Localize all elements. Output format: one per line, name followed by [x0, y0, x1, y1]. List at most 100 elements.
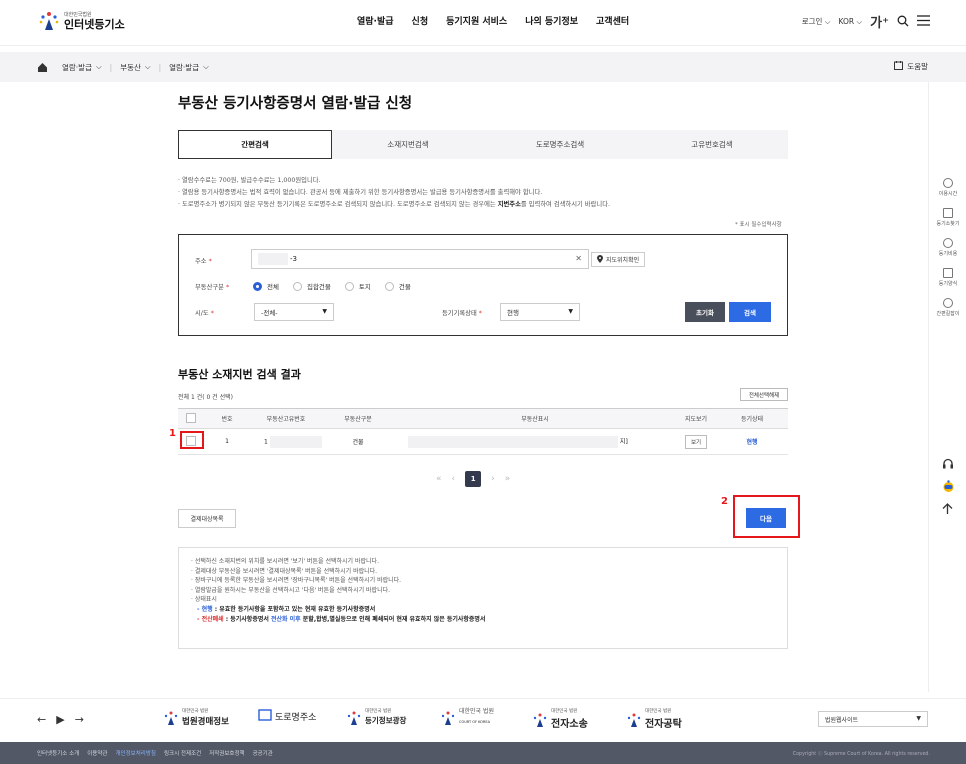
headset-icon[interactable] — [942, 458, 954, 473]
reset-button[interactable]: 초기화 — [685, 302, 725, 322]
quick-fees[interactable]: 등기비용 — [929, 238, 966, 257]
quick-forms[interactable]: 등기양식 — [929, 268, 966, 287]
chevron-down-icon: ⌵ — [144, 62, 151, 71]
tab-road-address-search[interactable]: 도로명주소검색 — [484, 130, 636, 159]
note-road-address-tail: 를 입력하여 검색하시기 바랍니다. — [520, 201, 610, 208]
row-status[interactable]: 현행 — [716, 428, 788, 455]
select-all-checkbox[interactable] — [186, 412, 196, 423]
map-view-button[interactable]: 보기 — [684, 434, 708, 449]
search-button[interactable]: 검색 — [729, 302, 771, 322]
prev-page-button[interactable]: ‹ — [452, 474, 456, 484]
first-page-button[interactable]: « — [436, 474, 442, 484]
footer-bar: 인터넷등기소 소개 이용약관 개인정보처리방침 링크시 전제조건 저작권보호정책… — [0, 742, 966, 764]
quick-find-office-label: 등기소찾기 — [936, 221, 960, 227]
language-menu[interactable]: KOR ⌵ — [838, 17, 862, 27]
breadcrumb-level3[interactable]: 열람·발급 ⌵ — [169, 62, 209, 73]
banner-e-deposit[interactable]: 대한민국 법원 전자공탁 — [626, 709, 682, 730]
record-status-select[interactable]: 현행 ▼ — [500, 303, 580, 321]
nav-view-issue[interactable]: 열람·발급 — [357, 14, 394, 27]
breadcrumb-level2[interactable]: 부동산 ⌵ — [120, 62, 150, 73]
quick-find-office[interactable]: 등기소찾기 — [929, 208, 966, 227]
region-select[interactable]: -전체- ▼ — [254, 303, 334, 321]
login-label: 로그인 — [801, 17, 823, 26]
footer-link-terms[interactable]: 이용약관 — [87, 749, 107, 757]
next-button[interactable]: 다음 — [746, 508, 786, 528]
tab-unique-number-search[interactable]: 고유번호검색 — [636, 130, 788, 159]
play-icon[interactable]: ▶ — [56, 713, 64, 726]
quick-menu: 이용시간 등기소찾기 등기비용 등기양식 간편길잡이 — [928, 82, 966, 692]
quick-forms-label: 등기양식 — [938, 281, 958, 287]
document-icon — [943, 268, 953, 278]
site-logo[interactable]: 대한민국법원 인터넷등기소 — [38, 10, 125, 32]
fee-notes: · 열람수수료는 700원, 발급수수료는 1,000원입니다. · 열람용 등… — [178, 175, 610, 211]
row-unique-number: 1 — [250, 428, 322, 455]
radio-all[interactable]: 전체 — [253, 281, 279, 291]
radio-dot — [344, 281, 354, 291]
results-table: 번호 부동산고유번호 부동산구분 부동산표시 지도보기 등기상태 1 1 건물 … — [178, 408, 788, 455]
note-fee: · 열람수수료는 700원, 발급수수료는 1,000원입니다. — [178, 177, 321, 184]
guide-status-current: - 현행 : 유효한 등기사항을 포함하고 있는 현재 유효한 등기사항증명서 — [191, 605, 775, 615]
banner-registry-data[interactable]: 대한민국 법원 등기정보광장 — [346, 709, 406, 726]
current-page[interactable]: 1 — [465, 471, 482, 487]
table-row[interactable]: 1 1 건물 지] 보기 현행 — [178, 428, 788, 455]
arrow-left-icon[interactable]: ← — [37, 713, 46, 726]
home-icon[interactable] — [37, 62, 48, 73]
banner-court-of-korea[interactable]: 대한민국 법원 COURT OF KOREA — [440, 709, 494, 726]
footer-link-privacy[interactable]: 개인정보처리방침 — [115, 749, 155, 757]
address-label: 주소 * — [195, 256, 212, 265]
annotation-box-checkbox — [180, 431, 204, 449]
search-tabs: 간편검색 소재지번검색 도로명주소검색 고유번호검색 — [178, 130, 788, 159]
radio-aggregate-building[interactable]: 집합건물 — [292, 281, 331, 291]
radio-building-label: 건물 — [398, 283, 411, 291]
font-size-button[interactable]: 가⁺ — [870, 12, 889, 31]
footer-link-about[interactable]: 인터넷등기소 소개 — [37, 749, 79, 757]
language-label: KOR — [838, 16, 855, 26]
masked-value — [408, 435, 618, 448]
court-emblem-icon — [532, 712, 548, 728]
masked-value — [258, 253, 288, 265]
chatbot-icon[interactable] — [942, 480, 955, 497]
results-count: 전체 1 건( 0 건 선택) — [178, 394, 233, 401]
quick-guide[interactable]: 간편길잡이 — [929, 298, 966, 317]
banner-road-address[interactable]: 도로명주소 — [258, 709, 316, 724]
header-no: 번호 — [204, 408, 250, 429]
scroll-top-icon[interactable] — [942, 503, 953, 517]
nav-apply[interactable]: 신청 — [412, 14, 429, 27]
menu-icon[interactable] — [917, 15, 930, 28]
footer-link-public[interactable]: 공공기관 — [253, 749, 273, 757]
footer-link-copyright[interactable]: 저작권보호정책 — [209, 749, 244, 757]
radio-land[interactable]: 토지 — [344, 281, 371, 291]
family-site-select[interactable]: 법원웹사이트 ▼ — [818, 711, 928, 727]
address-input[interactable]: -3 ✕ — [251, 249, 589, 269]
banner-court-auction[interactable]: 대한민국 법원 법원경매정보 — [163, 709, 229, 727]
deselect-all-button[interactable]: 전체선택해제 — [740, 388, 788, 401]
search-icon[interactable] — [897, 15, 909, 29]
nav-support[interactable]: 등기지원 서비스 — [446, 14, 507, 27]
tab-lot-search[interactable]: 소재지번검색 — [332, 130, 484, 159]
clear-icon[interactable]: ✕ — [575, 254, 582, 263]
breadcrumb-level1[interactable]: 열람·발급 ⌵ — [62, 62, 102, 73]
region-label: 시/도 * — [195, 308, 214, 317]
tab-simple-search[interactable]: 간편검색 — [178, 130, 332, 159]
last-page-button[interactable]: » — [505, 474, 511, 484]
nav-customer-center[interactable]: 고객센터 — [596, 14, 629, 27]
banner-e-litigation[interactable]: 대한민국 법원 전자소송 — [532, 709, 588, 730]
help-button[interactable]: 도움말 — [894, 61, 928, 72]
footer-link-linking[interactable]: 링크시 전제조건 — [164, 749, 201, 757]
login-menu[interactable]: 로그인 ⌵ — [802, 16, 831, 27]
record-status-label-text: 등기기록상태 — [442, 310, 477, 317]
row-status-link[interactable]: 현행 — [746, 439, 757, 446]
breadcrumb-level3-label: 열람·발급 — [169, 62, 200, 72]
banner-title: COURT OF KOREA — [459, 720, 490, 724]
nav-my-info[interactable]: 나의 등기정보 — [525, 14, 578, 27]
map-location-button[interactable]: 지도위치확인 — [591, 252, 646, 267]
banner-title: 등기정보광장 — [365, 716, 407, 725]
court-emblem-icon — [440, 710, 456, 726]
payment-list-button[interactable]: 결제대상목록 — [178, 509, 236, 528]
footer-banners: ← ▶ → 대한민국 법원 법원경매정보 도로명주소 대한민국 법원 등기정보광장 … — [0, 698, 966, 742]
arrow-right-icon[interactable]: → — [75, 713, 84, 726]
next-page-button[interactable]: › — [491, 474, 495, 484]
quick-hours[interactable]: 이용시간 — [929, 178, 966, 197]
radio-building[interactable]: 건물 — [384, 281, 411, 291]
header-select-all[interactable] — [178, 408, 204, 429]
